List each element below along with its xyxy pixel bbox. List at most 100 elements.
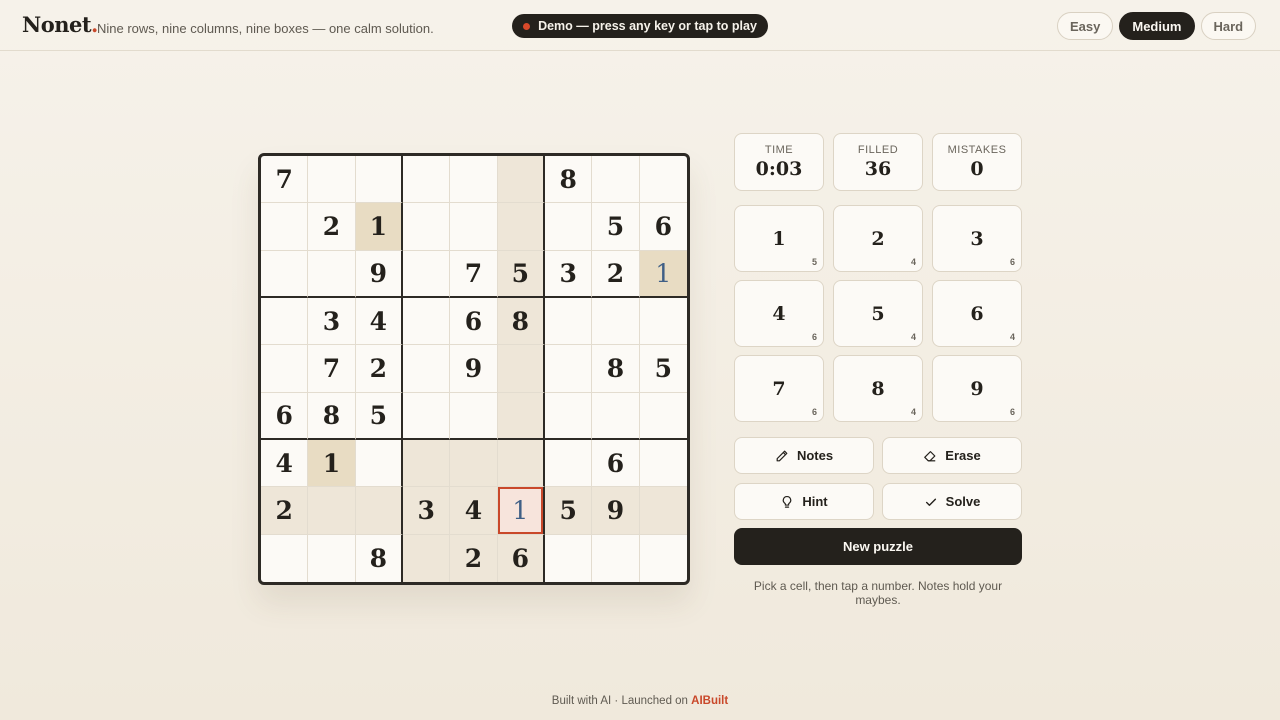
board-cell-r1c3[interactable] — [355, 156, 403, 204]
board-cell-r6c9[interactable] — [639, 393, 687, 440]
board-cell-r1c9[interactable] — [639, 156, 687, 204]
number-button-3[interactable]: 36 — [932, 205, 1022, 272]
board-cell-r5c4[interactable] — [402, 345, 451, 393]
board-cell-r1c6[interactable] — [497, 156, 545, 204]
board-cell-r8c1[interactable]: 2 — [261, 487, 309, 535]
difficulty-hard-button[interactable]: Hard — [1200, 12, 1257, 40]
board-cell-r3c7[interactable]: 3 — [544, 250, 593, 298]
board-cell-r2c1[interactable] — [261, 203, 309, 251]
hint-button[interactable]: Hint — [734, 483, 874, 520]
board-cell-r6c8[interactable] — [592, 392, 640, 440]
board-cell-r5c6[interactable] — [497, 345, 545, 393]
board-cell-r2c3[interactable]: 1 — [355, 203, 403, 251]
board-cell-r5c3[interactable]: 2 — [355, 345, 403, 393]
board-cell-r7c5[interactable] — [450, 439, 498, 488]
board-cell-r8c4[interactable]: 3 — [402, 487, 451, 535]
board-cell-r4c8[interactable] — [592, 297, 640, 346]
board-cell-r7c6[interactable] — [497, 439, 545, 488]
demo-banner[interactable]: Demo — press any key or tap to play — [512, 14, 768, 38]
board-cell-r7c3[interactable] — [355, 439, 403, 488]
number-button-2[interactable]: 24 — [833, 205, 923, 272]
board-cell-r5c7[interactable] — [544, 345, 593, 393]
number-button-7[interactable]: 76 — [734, 355, 824, 422]
board-cell-r8c3[interactable] — [355, 487, 403, 535]
board-cell-r8c9[interactable] — [639, 487, 687, 535]
board-cell-r2c7[interactable] — [544, 203, 593, 251]
difficulty-medium-button[interactable]: Medium — [1119, 12, 1195, 40]
board-cell-r6c7[interactable] — [544, 392, 593, 440]
board-cell-r9c8[interactable] — [592, 534, 640, 582]
board-cell-r3c4[interactable] — [402, 250, 451, 298]
board-cell-r5c2[interactable]: 7 — [308, 345, 356, 393]
board-cell-r6c4[interactable] — [402, 392, 451, 440]
number-button-8[interactable]: 84 — [833, 355, 923, 422]
erase-button[interactable]: Erase — [882, 437, 1022, 474]
board-cell-r9c7[interactable] — [545, 534, 593, 582]
board-cell-r3c1[interactable] — [261, 250, 309, 298]
board-cell-r4c9[interactable] — [639, 298, 687, 346]
board-cell-r3c3[interactable]: 9 — [355, 250, 403, 298]
board-cell-r1c7[interactable]: 8 — [544, 156, 593, 204]
board-cell-r1c1[interactable]: 7 — [261, 156, 309, 204]
board-cell-r8c2[interactable] — [308, 487, 356, 535]
board-cell-r5c9[interactable]: 5 — [639, 345, 687, 393]
notes-button[interactable]: Notes — [734, 437, 874, 474]
board-cell-r7c2[interactable]: 1 — [308, 439, 356, 488]
board-cell-r9c2[interactable] — [308, 534, 356, 582]
board-cell-r7c8[interactable]: 6 — [592, 439, 640, 488]
board-cell-r5c1[interactable] — [261, 345, 309, 393]
board-cell-r4c7[interactable] — [544, 297, 593, 346]
number-button-6[interactable]: 64 — [932, 280, 1022, 347]
number-button-1[interactable]: 15 — [734, 205, 824, 272]
board-cell-r7c9[interactable] — [639, 440, 687, 488]
board-cell-r9c3[interactable]: 8 — [356, 534, 403, 582]
board-cell-r1c5[interactable] — [450, 156, 498, 204]
number-button-9[interactable]: 96 — [932, 355, 1022, 422]
board-cell-r7c4[interactable] — [402, 439, 451, 488]
board-cell-r9c6[interactable]: 6 — [497, 534, 545, 582]
number-button-4[interactable]: 46 — [734, 280, 824, 347]
board-cell-r9c5[interactable]: 2 — [450, 534, 498, 582]
board-cell-r3c9[interactable]: 1 — [639, 250, 687, 298]
solve-button[interactable]: Solve — [882, 483, 1022, 520]
new-puzzle-button[interactable]: New puzzle — [734, 528, 1022, 565]
board-cell-r3c2[interactable] — [308, 250, 356, 298]
board-cell-r1c2[interactable] — [308, 156, 356, 204]
board-cell-r8c6[interactable]: 1 — [497, 487, 545, 535]
board-cell-r2c6[interactable] — [497, 203, 545, 251]
board-cell-r6c6[interactable] — [497, 392, 545, 440]
board-cell-r7c1[interactable]: 4 — [261, 439, 309, 488]
board-cell-r2c2[interactable]: 2 — [308, 203, 356, 251]
board-cell-r6c2[interactable]: 8 — [308, 392, 356, 440]
board-cell-r3c5[interactable]: 7 — [450, 250, 498, 298]
board-cell-r7c7[interactable] — [544, 439, 593, 488]
board-cell-r3c6[interactable]: 5 — [497, 250, 545, 298]
board-cell-r3c8[interactable]: 2 — [592, 250, 640, 298]
board-cell-r6c1[interactable]: 6 — [261, 392, 309, 440]
board-cell-r6c5[interactable] — [450, 392, 498, 440]
board-cell-r5c5[interactable]: 9 — [450, 345, 498, 393]
board-cell-r1c8[interactable] — [592, 156, 640, 204]
board-cell-r9c9[interactable] — [640, 535, 687, 582]
difficulty-easy-button[interactable]: Easy — [1057, 12, 1114, 40]
board-cell-r9c1[interactable] — [261, 534, 309, 582]
board-cell-r8c8[interactable]: 9 — [592, 487, 640, 535]
board-cell-r4c1[interactable] — [261, 297, 309, 346]
board-cell-r8c7[interactable]: 5 — [544, 487, 593, 535]
board-cell-r4c2[interactable]: 3 — [308, 297, 356, 346]
board-cell-r2c9[interactable]: 6 — [639, 203, 687, 251]
board-cell-r1c4[interactable] — [402, 156, 451, 204]
board-cell-r2c4[interactable] — [402, 203, 451, 251]
board-cell-r5c8[interactable]: 8 — [592, 345, 640, 393]
board-cell-r4c6[interactable]: 8 — [497, 297, 545, 346]
board-cell-r4c3[interactable]: 4 — [355, 297, 403, 346]
number-button-5[interactable]: 54 — [833, 280, 923, 347]
footer-link[interactable]: AIBuilt — [691, 695, 728, 707]
board-cell-r6c3[interactable]: 5 — [355, 392, 403, 440]
board-cell-r4c4[interactable] — [402, 297, 451, 346]
board-cell-r2c8[interactable]: 5 — [592, 203, 640, 251]
board-cell-r9c4[interactable] — [402, 534, 451, 582]
board-cell-r4c5[interactable]: 6 — [450, 297, 498, 346]
board-cell-r8c5[interactable]: 4 — [450, 487, 498, 535]
board-cell-r2c5[interactable] — [450, 203, 498, 251]
